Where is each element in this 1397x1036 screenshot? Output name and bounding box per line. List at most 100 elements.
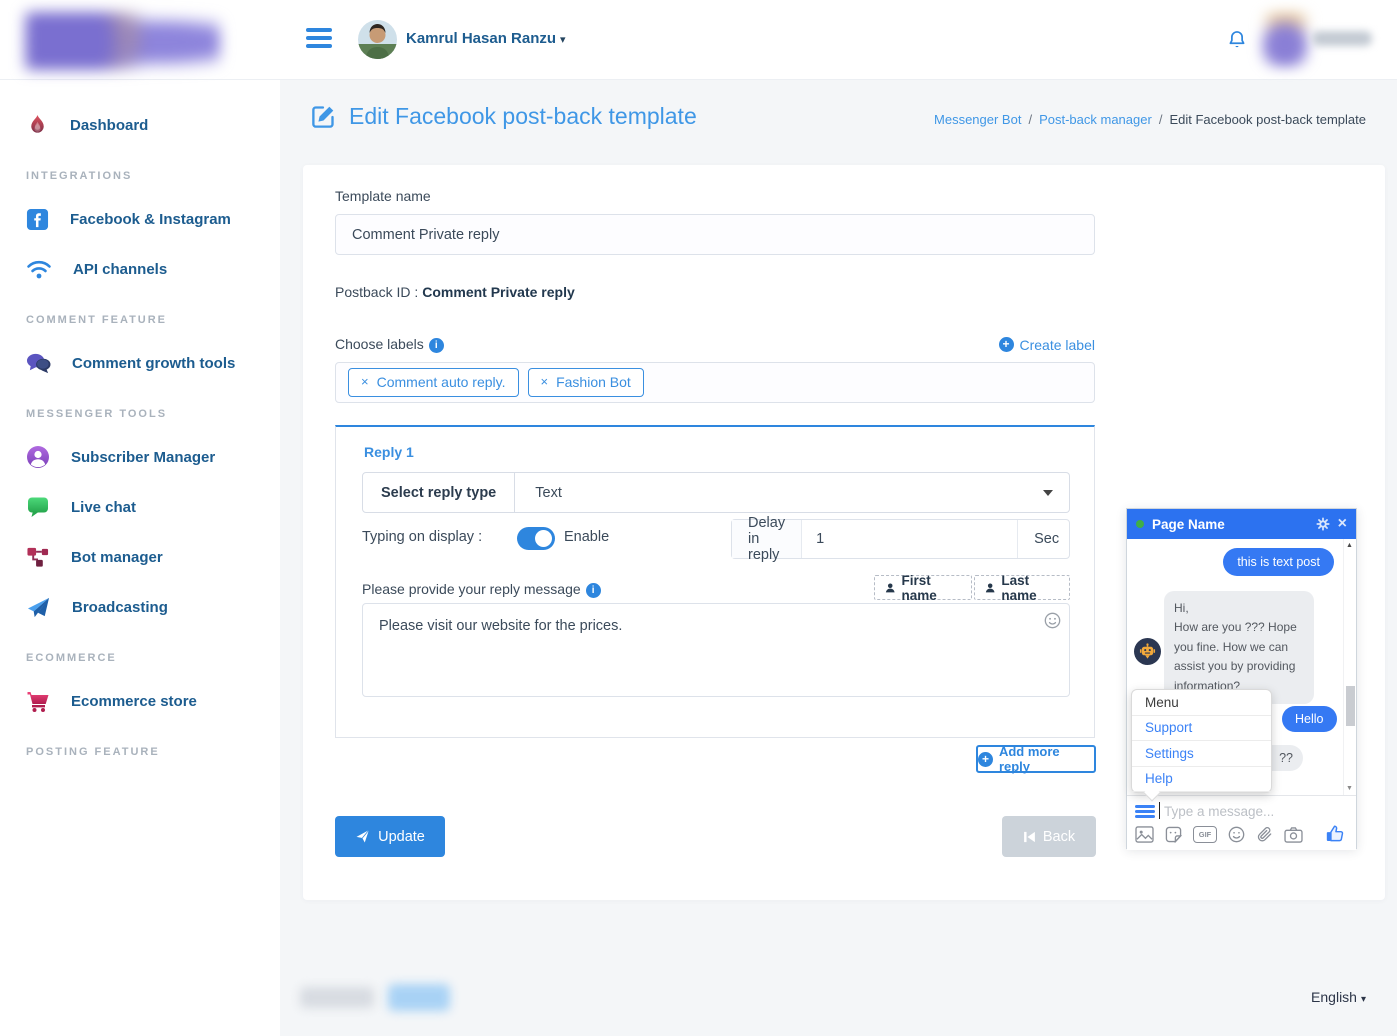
template-name-input[interactable] bbox=[335, 214, 1095, 255]
add-more-reply-button[interactable]: +Add more reply bbox=[976, 745, 1096, 773]
labels-input-box[interactable]: ×Comment auto reply. ×Fashion Bot bbox=[335, 362, 1095, 403]
footer-badge-blur[interactable] bbox=[388, 984, 450, 1011]
reply-section: Reply 1 Select reply type Text Typing on… bbox=[335, 425, 1095, 738]
person-icon bbox=[985, 582, 995, 594]
sidebar-item-label: Dashboard bbox=[70, 117, 148, 134]
persistent-menu-popup: Menu Support Settings Help bbox=[1131, 689, 1272, 793]
update-button[interactable]: Update bbox=[335, 816, 445, 857]
info-icon[interactable]: i bbox=[429, 338, 444, 353]
sidebar-item-comment-growth-tools[interactable]: Comment growth tools bbox=[0, 338, 280, 388]
label-chip[interactable]: ×Fashion Bot bbox=[528, 368, 644, 397]
sidebar-section-ecommerce: ECOMMERCE bbox=[0, 632, 280, 676]
create-label-button[interactable]: +Create label bbox=[999, 337, 1096, 353]
postback-id: Postback ID :Comment Private reply bbox=[335, 284, 575, 300]
composer-menu-icon[interactable] bbox=[1135, 805, 1155, 819]
person-icon bbox=[885, 582, 895, 594]
sidebar-section-comment-feature: COMMENT FEATURE bbox=[0, 294, 280, 338]
composer-placeholder[interactable]: Type a message... bbox=[1164, 804, 1274, 819]
sidebar-item-bot-manager[interactable]: Bot manager bbox=[0, 532, 280, 582]
breadcrumb: Messenger Bot/Post-back manager/Edit Fac… bbox=[934, 112, 1366, 127]
breadcrumb-link-postback-manager[interactable]: Post-back manager bbox=[1039, 112, 1152, 127]
sidebar-item-subscriber-manager[interactable]: Subscriber Manager bbox=[0, 432, 280, 482]
reply-message-label: Please provide your reply messagei bbox=[362, 581, 601, 598]
secondary-avatar[interactable] bbox=[1260, 12, 1310, 68]
close-icon[interactable]: × bbox=[1338, 516, 1347, 532]
label-chip[interactable]: ×Comment auto reply. bbox=[348, 368, 519, 397]
bot-message-bubble: Hi, How are you ??? Hope you fine. How w… bbox=[1164, 591, 1314, 704]
template-name-label: Template name bbox=[335, 188, 431, 204]
flow-chart-icon bbox=[26, 546, 50, 569]
user-name: Kamrul Hasan Ranzu bbox=[406, 30, 556, 47]
sidebar-item-ecommerce-store[interactable]: Ecommerce store bbox=[0, 676, 280, 726]
avatar-image bbox=[358, 20, 397, 59]
gear-icon[interactable] bbox=[1316, 517, 1330, 531]
sidebar-item-label: Broadcasting bbox=[72, 599, 168, 616]
sidebar-section-messenger-tools: MESSENGER TOOLS bbox=[0, 388, 280, 432]
typing-toggle-state: Enable bbox=[564, 529, 609, 545]
sidebar-item-dashboard[interactable]: Dashboard bbox=[0, 100, 280, 150]
delay-in-reply-label: Delay in reply bbox=[732, 520, 802, 558]
insert-last-name-button[interactable]: Last name bbox=[974, 575, 1070, 600]
sidebar: Dashboard INTEGRATIONS Facebook & Instag… bbox=[0, 80, 280, 1036]
select-reply-type-label: Select reply type bbox=[362, 472, 515, 513]
secondary-account-label bbox=[1312, 31, 1372, 46]
sidebar-toggle-icon[interactable] bbox=[306, 28, 332, 50]
user-menu[interactable]: Kamrul Hasan Ranzu▾ bbox=[406, 30, 566, 47]
paper-plane-icon bbox=[26, 596, 51, 619]
delay-input[interactable] bbox=[802, 520, 1018, 558]
wifi-icon bbox=[26, 258, 52, 280]
language-selector[interactable]: English▾ bbox=[1311, 989, 1366, 1005]
send-icon bbox=[355, 829, 370, 844]
gif-icon[interactable]: GIF bbox=[1193, 826, 1217, 843]
thumbs-up-icon[interactable] bbox=[1325, 823, 1345, 844]
insert-first-name-button[interactable]: First name bbox=[874, 575, 972, 600]
remove-label-icon[interactable]: × bbox=[361, 377, 369, 387]
app-logo[interactable] bbox=[25, 12, 220, 70]
sticker-icon[interactable] bbox=[1165, 826, 1182, 843]
sidebar-item-facebook-instagram[interactable]: Facebook & Instagram bbox=[0, 194, 280, 244]
reply-type-group: Select reply type Text bbox=[362, 472, 1070, 513]
shopping-cart-icon bbox=[26, 689, 50, 713]
info-icon[interactable]: i bbox=[586, 583, 601, 598]
user-circle-icon bbox=[26, 445, 50, 469]
emoji-icon[interactable] bbox=[1228, 826, 1245, 843]
notifications-bell-icon[interactable] bbox=[1226, 28, 1248, 52]
delay-in-reply-group: Delay in reply Sec bbox=[731, 519, 1070, 559]
sidebar-item-label: API channels bbox=[73, 261, 167, 278]
sidebar-item-label: Live chat bbox=[71, 499, 136, 516]
delay-unit-label: Sec bbox=[1018, 520, 1075, 558]
attachment-icon[interactable] bbox=[1256, 826, 1273, 843]
user-message-bubble: this is text post bbox=[1223, 548, 1334, 576]
menu-item-settings[interactable]: Settings bbox=[1132, 741, 1271, 767]
chevron-down-icon: ▾ bbox=[1361, 994, 1366, 1005]
scroll-up-icon[interactable]: ▲ bbox=[1346, 542, 1353, 549]
user-avatar[interactable] bbox=[358, 20, 397, 59]
sidebar-section-posting-feature: POSTING FEATURE bbox=[0, 726, 280, 770]
emoji-picker-icon[interactable] bbox=[1044, 612, 1061, 634]
preview-scrollbar[interactable]: ▲ ▼ bbox=[1343, 539, 1356, 795]
chat-bubble-icon bbox=[26, 495, 50, 519]
scroll-down-icon[interactable]: ▼ bbox=[1346, 785, 1353, 792]
sidebar-item-api-channels[interactable]: API channels bbox=[0, 244, 280, 294]
reply-type-select[interactable]: Text bbox=[515, 472, 1070, 513]
reply-message-textarea[interactable]: Please visit our website for the prices. bbox=[362, 603, 1070, 697]
page-title: Edit Facebook post-back template bbox=[310, 103, 697, 130]
sidebar-item-live-chat[interactable]: Live chat bbox=[0, 482, 280, 532]
chevron-down-icon bbox=[1043, 490, 1053, 496]
menu-item-support[interactable]: Support bbox=[1132, 716, 1271, 742]
back-button[interactable]: Back bbox=[1002, 816, 1096, 857]
sidebar-item-broadcasting[interactable]: Broadcasting bbox=[0, 582, 280, 632]
postback-id-value: Comment Private reply bbox=[422, 284, 575, 300]
camera-icon[interactable] bbox=[1284, 827, 1303, 843]
breadcrumb-link-messenger-bot[interactable]: Messenger Bot bbox=[934, 112, 1021, 127]
online-status-dot bbox=[1136, 520, 1144, 528]
sidebar-section-integrations: INTEGRATIONS bbox=[0, 150, 280, 194]
image-icon[interactable] bbox=[1135, 826, 1154, 843]
messenger-preview-widget: Page Name × this is text post H bbox=[1126, 508, 1357, 849]
hello-message-bubble: Hello bbox=[1282, 706, 1337, 732]
preview-header[interactable]: Page Name × bbox=[1127, 509, 1356, 539]
remove-label-icon[interactable]: × bbox=[541, 377, 549, 387]
scrollbar-thumb[interactable] bbox=[1346, 686, 1355, 726]
robot-icon bbox=[1139, 643, 1156, 660]
typing-toggle[interactable] bbox=[517, 527, 555, 550]
